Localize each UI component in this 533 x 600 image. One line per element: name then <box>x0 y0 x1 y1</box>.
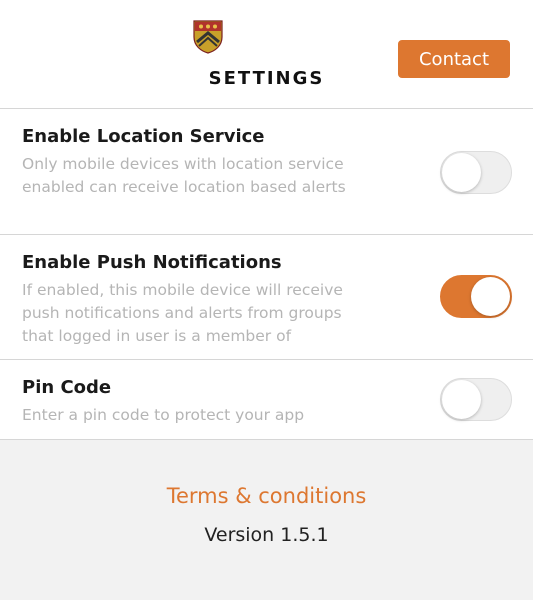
setting-title: Enable Location Service <box>22 126 265 147</box>
setting-description: Only mobile devices with location servic… <box>22 155 346 196</box>
push-notifications-toggle[interactable] <box>440 275 512 318</box>
setting-description: If enabled, this mobile device will rece… <box>22 281 343 345</box>
location-service-toggle[interactable] <box>440 151 512 194</box>
toggle-knob <box>471 277 510 316</box>
setting-description: Enter a pin code to protect your app <box>22 406 305 424</box>
contact-button[interactable]: Contact <box>398 40 510 78</box>
pin-code-toggle[interactable] <box>440 378 512 421</box>
terms-and-conditions-link[interactable]: Terms & conditions <box>167 484 367 508</box>
footer: Terms & conditions Version 1.5.1 <box>0 440 533 546</box>
settings-screen: SETTINGS Contact Enable Location Service… <box>0 0 533 600</box>
toggle-knob <box>442 380 481 419</box>
settings-list: Enable Location Service Only mobile devi… <box>0 108 533 440</box>
setting-row-push-notifications: Enable Push Notifications If enabled, th… <box>0 235 533 360</box>
header: SETTINGS Contact <box>0 0 533 108</box>
setting-title: Enable Push Notifications <box>22 252 282 273</box>
version-label: Version 1.5.1 <box>204 524 329 546</box>
setting-row-pin-code: Pin Code Enter a pin code to protect you… <box>0 360 533 440</box>
setting-row-location-service: Enable Location Service Only mobile devi… <box>0 109 533 235</box>
toggle-knob <box>442 153 481 192</box>
university-crest-icon <box>193 20 223 54</box>
setting-title: Pin Code <box>22 377 112 398</box>
